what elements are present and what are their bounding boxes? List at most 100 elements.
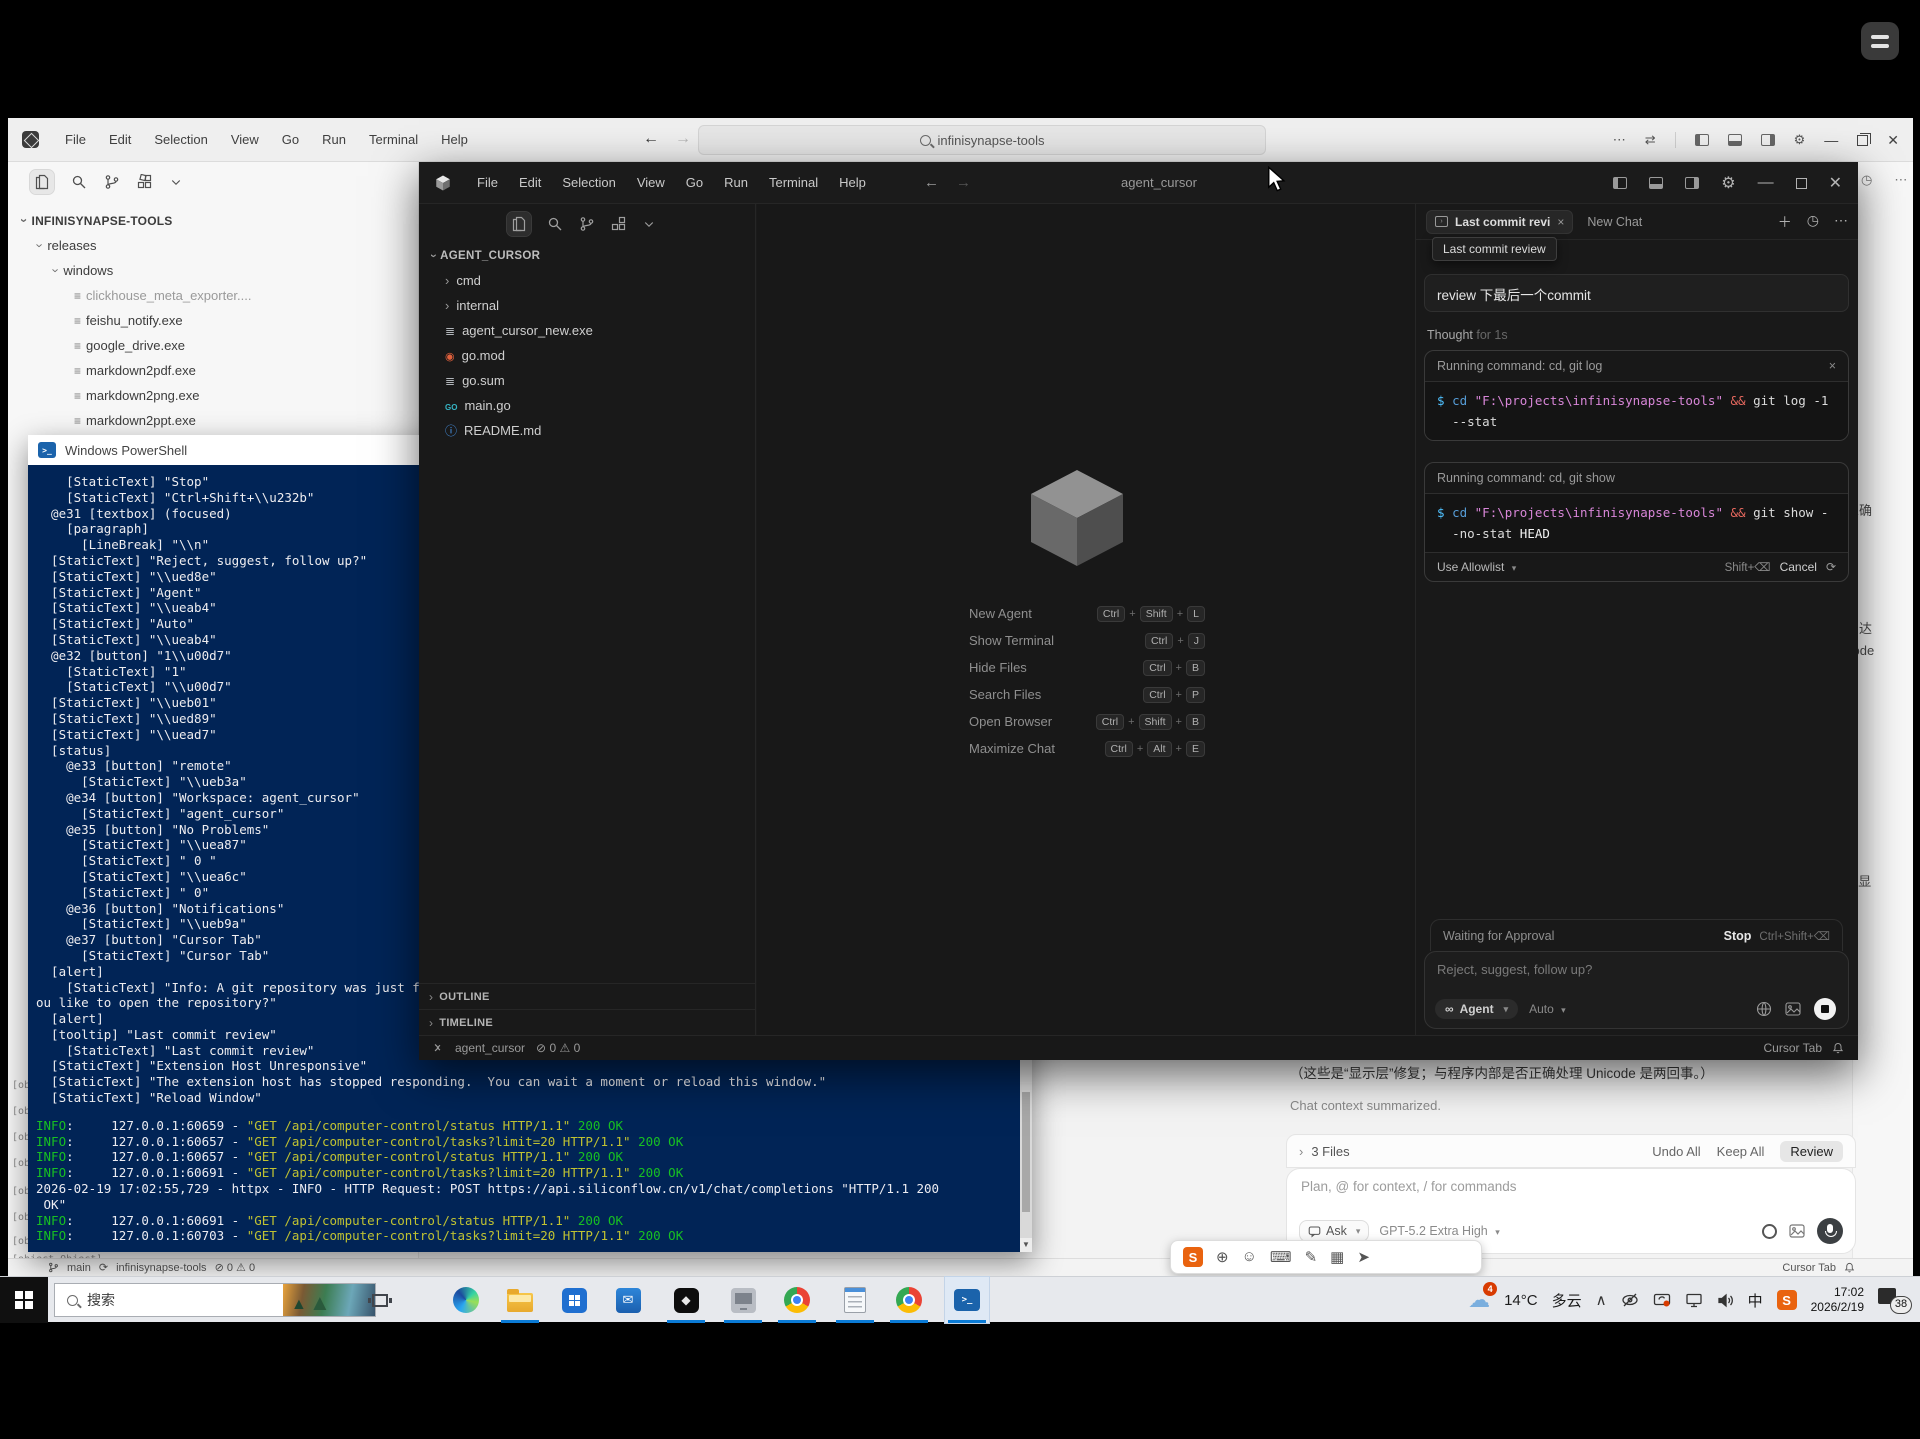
stop-button[interactable]: Stop [1724,929,1752,943]
menu-item[interactable]: Help [441,132,468,147]
edge-icon[interactable] [444,1277,488,1323]
tree-row[interactable]: clickhouse_meta_exporter.... [8,283,418,308]
problems-indicator[interactable]: ⊘ 0 ⚠ 0 [215,1261,256,1274]
timeline-panel[interactable]: ›TIMELINE [419,1009,755,1035]
chat-tab-active[interactable]: › Last commit revi × [1426,210,1573,234]
more-icon[interactable]: ⋯ [1894,172,1907,188]
tree-row[interactable]: agent_cursor_new.exe [419,318,755,343]
cursor-tab-status[interactable]: Cursor Tab [1782,1262,1836,1274]
maximize-button[interactable] [1796,178,1807,189]
menu-item[interactable]: File [477,175,498,190]
capture-app-icon[interactable] [721,1277,765,1323]
more-icon[interactable]: ⋯ [1834,212,1848,232]
thought-label[interactable]: Thought for 1s [1427,328,1508,342]
menu-item[interactable]: Go [686,175,703,190]
task-view-button[interactable] [358,1277,402,1323]
use-allowlist-button[interactable]: Use Allowlist ▾ [1437,560,1516,574]
project-name[interactable]: infinisynapse-tools [116,1262,207,1274]
toggle-right-panel-icon[interactable] [1685,177,1699,189]
globe-icon[interactable] [1756,1001,1772,1017]
tree-row[interactable]: feishu_notify.exe [8,308,418,333]
cancel-button[interactable]: Cancel [1780,560,1817,574]
tray-clock[interactable]: 17:02 2026/2/19 [1811,1285,1864,1315]
ime-tool-icon[interactable]: ☺ [1242,1248,1257,1266]
tree-row[interactable]: INFINISYNAPSE-TOOLS [8,208,418,233]
menu-item[interactable]: View [231,132,259,147]
restore-button[interactable] [1857,135,1868,146]
problems-indicator[interactable]: ⊘ 0 ⚠ 0 [536,1041,580,1055]
ime-tool-icon[interactable]: ▦ [1330,1248,1344,1266]
source-control-icon[interactable] [104,174,120,190]
menu-item[interactable]: File [65,132,86,147]
start-button[interactable] [0,1277,48,1323]
minimize-button[interactable]: — [1758,174,1774,192]
toggle-bottom-panel-icon[interactable] [1649,177,1663,189]
toggle-left-panel-icon[interactable] [1613,177,1627,189]
ime-tool-icon[interactable]: ➤ [1357,1248,1370,1266]
tree-row[interactable]: README.md [419,418,755,443]
search-sidebar-icon[interactable] [71,174,87,190]
mic-button[interactable] [1817,1218,1843,1244]
sync-status-icon[interactable]: ⟳ [99,1261,108,1274]
front-explorer-root[interactable]: › AGENT_CURSOR [431,250,755,262]
search-sidebar-icon[interactable] [547,216,563,232]
scrollbar-thumb[interactable] [1022,1092,1030,1212]
tree-row[interactable]: releases [8,233,418,258]
tree-row[interactable]: google_drive.exe [8,333,418,358]
powershell-taskbar-icon[interactable]: >_ [945,1277,989,1323]
agent-mode-selector[interactable]: ∞ Agent ▾ [1435,999,1518,1019]
menu-item[interactable]: Edit [109,132,131,147]
gear-icon[interactable]: ⚙ [1721,173,1735,193]
workspace-name[interactable]: agent_cursor [455,1041,525,1055]
extensions-icon[interactable] [611,216,627,232]
model-auto-selector[interactable]: Auto ▾ [1529,1002,1566,1016]
source-control-icon[interactable] [579,216,595,232]
review-button[interactable]: Review [1780,1141,1843,1162]
toggle-right-panel-icon[interactable] [1761,134,1775,146]
ring-icon[interactable] [1762,1224,1777,1239]
back-arrow-icon[interactable]: ← [643,130,659,148]
weather-icon[interactable]: ☁4 [1468,1287,1490,1313]
remote-icon[interactable] [431,1042,444,1055]
bell-icon[interactable] [1844,1262,1855,1273]
chevron-down-icon[interactable] [170,176,182,188]
cursor-app-icon[interactable]: ◆ [664,1277,708,1323]
gear-icon[interactable]: ⚙ [1794,132,1806,148]
tree-row[interactable]: windows [8,258,418,283]
store-icon[interactable] [552,1277,596,1323]
weather-condition[interactable]: 多云 [1552,1290,1582,1311]
scroll-down-arrow[interactable]: ▼ [1020,1238,1032,1252]
ime-tool-icon[interactable]: ⌨ [1270,1248,1292,1266]
network-display-icon[interactable] [1685,1293,1703,1308]
menu-item[interactable]: Terminal [369,132,418,147]
keep-all-button[interactable]: Keep All [1717,1144,1765,1159]
chat-input[interactable]: Reject, suggest, follow up? ∞ Agent ▾ Au… [1424,951,1849,1029]
forward-arrow-icon[interactable]: → [675,130,691,148]
chevron-down-icon[interactable] [643,218,655,230]
tree-row[interactable]: markdown2ppt.exe [8,408,418,433]
ime-tool-icon[interactable]: ⊕ [1216,1248,1229,1266]
taskbar-search[interactable]: 搜索 [54,1283,376,1317]
history-icon[interactable]: ◷ [1807,212,1819,232]
temperature[interactable]: 14°C [1504,1292,1538,1309]
notification-center[interactable]: 38 [1878,1286,1912,1314]
powershell-titlebar[interactable]: >_ Windows PowerShell [28,435,419,465]
notepad-icon[interactable] [833,1277,877,1323]
ime-tool-icon[interactable]: ✎ [1305,1248,1318,1266]
back-arrow-icon[interactable]: ← [924,174,939,191]
stop-generation-button[interactable] [1814,998,1836,1020]
bell-icon[interactable] [1832,1042,1844,1054]
menu-item[interactable]: Run [322,132,346,147]
close-icon[interactable]: × [1829,359,1836,373]
close-button[interactable]: ✕ [1887,132,1899,149]
tree-row[interactable]: main.go [419,393,755,418]
tree-row[interactable]: go.mod [419,343,755,368]
ime-indicator[interactable]: 中 [1748,1290,1763,1311]
explorer-icon[interactable] [30,170,54,194]
minimize-button[interactable]: — [1824,132,1838,148]
eye-off-icon[interactable] [1621,1292,1639,1308]
files-count[interactable]: 3 Files [1311,1144,1349,1159]
menu-item[interactable]: Terminal [769,175,818,190]
forward-arrow-icon[interactable]: → [956,174,971,191]
menu-item[interactable]: Selection [154,132,207,147]
